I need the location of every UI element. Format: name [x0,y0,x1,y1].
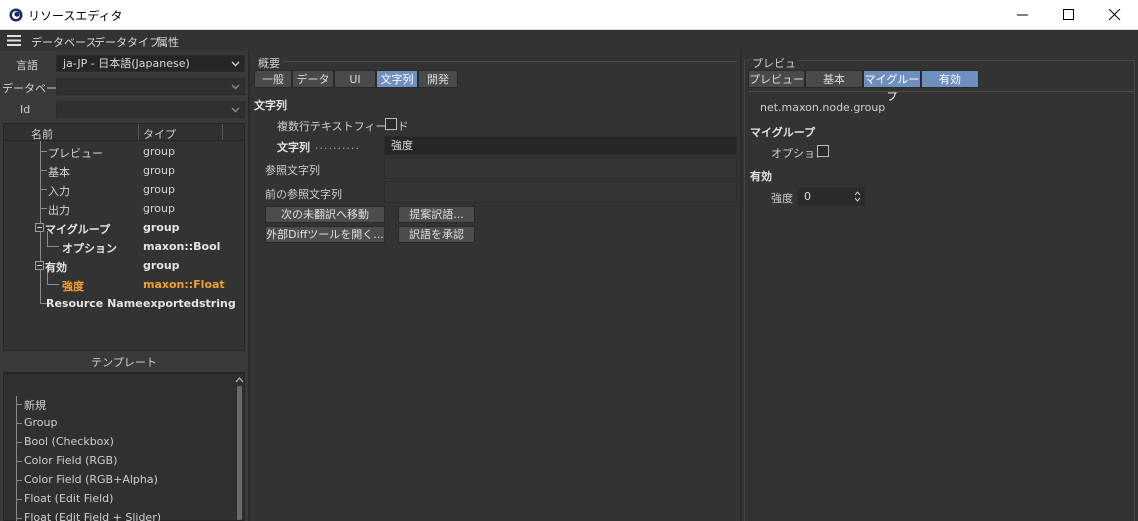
tree-row[interactable]: 有効 group [4,256,244,275]
preview-tab-preview[interactable]: プレビュー [748,70,805,88]
string-section-title: 文字列 [254,99,287,112]
language-label: 言語 [16,59,38,72]
open-diff-tool-button[interactable]: 外部Diffツールを開く... [265,226,385,243]
database-dropdown[interactable] [56,78,245,95]
tree-row[interactable]: 入力 group [4,180,244,199]
tree-column-type[interactable]: タイプ [143,126,176,142]
collapse-toggle-icon[interactable] [35,223,44,232]
template-item[interactable]: Bool (Checkbox) [24,435,114,448]
tree-row[interactable]: 基本 group [4,161,244,180]
chevron-down-icon [231,84,240,90]
hamburger-menu-icon[interactable] [7,35,21,46]
scroll-up-icon[interactable] [235,376,244,384]
tree-row[interactable]: マイグループ group [4,218,244,237]
template-item[interactable]: Color Field (RGB) [24,454,117,467]
tab-ui[interactable]: UI [334,70,376,88]
menu-datatype[interactable]: データタイプ [94,34,160,50]
id-label: Id [20,103,31,116]
previous-reference-field [384,181,737,203]
template-item[interactable]: Group [24,416,58,429]
spinner-arrows-icon[interactable] [854,190,861,203]
close-icon [1109,9,1121,21]
language-dropdown[interactable]: ja-JP - 日本語(Japanese) [56,55,245,72]
window-title: リソースエディタ [28,9,123,23]
app-logo-icon [9,8,23,22]
reference-string-field [384,157,737,179]
string-dots: .......... [315,139,360,152]
template-title: テンプレート [3,353,245,373]
language-value: ja-JP - 日本語(Japanese) [63,57,190,70]
option-checkbox[interactable] [817,145,829,157]
next-untranslated-button[interactable]: 次の未翻訳へ移動 [265,206,385,223]
string-input[interactable]: 強度 [384,136,737,155]
menu-attributes[interactable]: 属性 [157,34,179,50]
preview-tab-mygroup[interactable]: マイグループ [863,70,921,103]
menu-database[interactable]: データベース [31,34,96,50]
mygroup-title: マイグループ [750,126,816,139]
string-value: 強度 [391,139,413,152]
maximize-button[interactable] [1046,0,1092,30]
chevron-down-icon [231,61,240,67]
tree-column-name[interactable]: 名前 [31,126,53,142]
tab-develop[interactable]: 開発 [418,70,458,88]
preview-caption: プレビュ [750,55,798,71]
template-list: 新規 Group Bool (Checkbox) Color Field (RG… [3,373,245,521]
template-scrollbar[interactable] [237,386,242,520]
tree-row[interactable]: Resource Name exportedstring [4,294,244,313]
minimize-button[interactable] [1000,0,1046,30]
group-id: net.maxon.node.group [760,101,886,114]
approve-translation-button[interactable]: 訳語を承認 [398,226,475,243]
chevron-down-icon [231,107,240,113]
menu-bar: データベース データタイプ 属性 [0,30,1138,51]
string-label: 文字列 [277,141,310,154]
tab-string[interactable]: 文字列 [376,70,418,88]
suggest-translation-button[interactable]: 提案訳語... [398,206,475,223]
tree-row-selected[interactable]: 強度 maxon::Float [4,275,244,294]
preview-tab-enabled[interactable]: 有効 [921,70,979,88]
previous-reference-label: 前の参照文字列 [265,188,342,201]
strength-label: 強度 [771,192,793,205]
tab-general[interactable]: 一般 [254,70,292,88]
collapse-toggle-icon[interactable] [35,261,44,270]
tree-row[interactable]: プレビュー group [4,142,244,161]
tab-data[interactable]: データ [292,70,334,88]
resource-tree: プレビュー group 基本 group 入力 group 出力 group マ… [3,141,245,351]
id-dropdown[interactable] [56,101,245,118]
minimize-icon [1017,14,1028,16]
template-item[interactable]: Float (Edit Field + Slider) [24,511,161,521]
tree-header: 名前 タイプ [3,123,245,141]
tree-row[interactable]: 出力 group [4,199,244,218]
maximize-icon [1063,9,1074,20]
overview-caption: 概要 [258,57,280,70]
strength-value: 0 [804,190,811,203]
template-item[interactable]: Float (Edit Field) [24,492,113,505]
multiline-checkbox[interactable] [385,118,397,130]
close-button[interactable] [1092,0,1138,30]
tree-row[interactable]: オプション maxon::Bool [4,237,244,256]
strength-input[interactable]: 0 [797,187,865,206]
enabled-title: 有効 [750,170,772,183]
preview-tab-basic[interactable]: 基本 [805,70,863,88]
template-item[interactable]: 新規 [24,397,46,413]
title-bar: リソースエディタ [0,0,1138,30]
template-item[interactable]: Color Field (RGB+Alpha) [24,473,158,486]
reference-string-label: 参照文字列 [265,164,320,177]
